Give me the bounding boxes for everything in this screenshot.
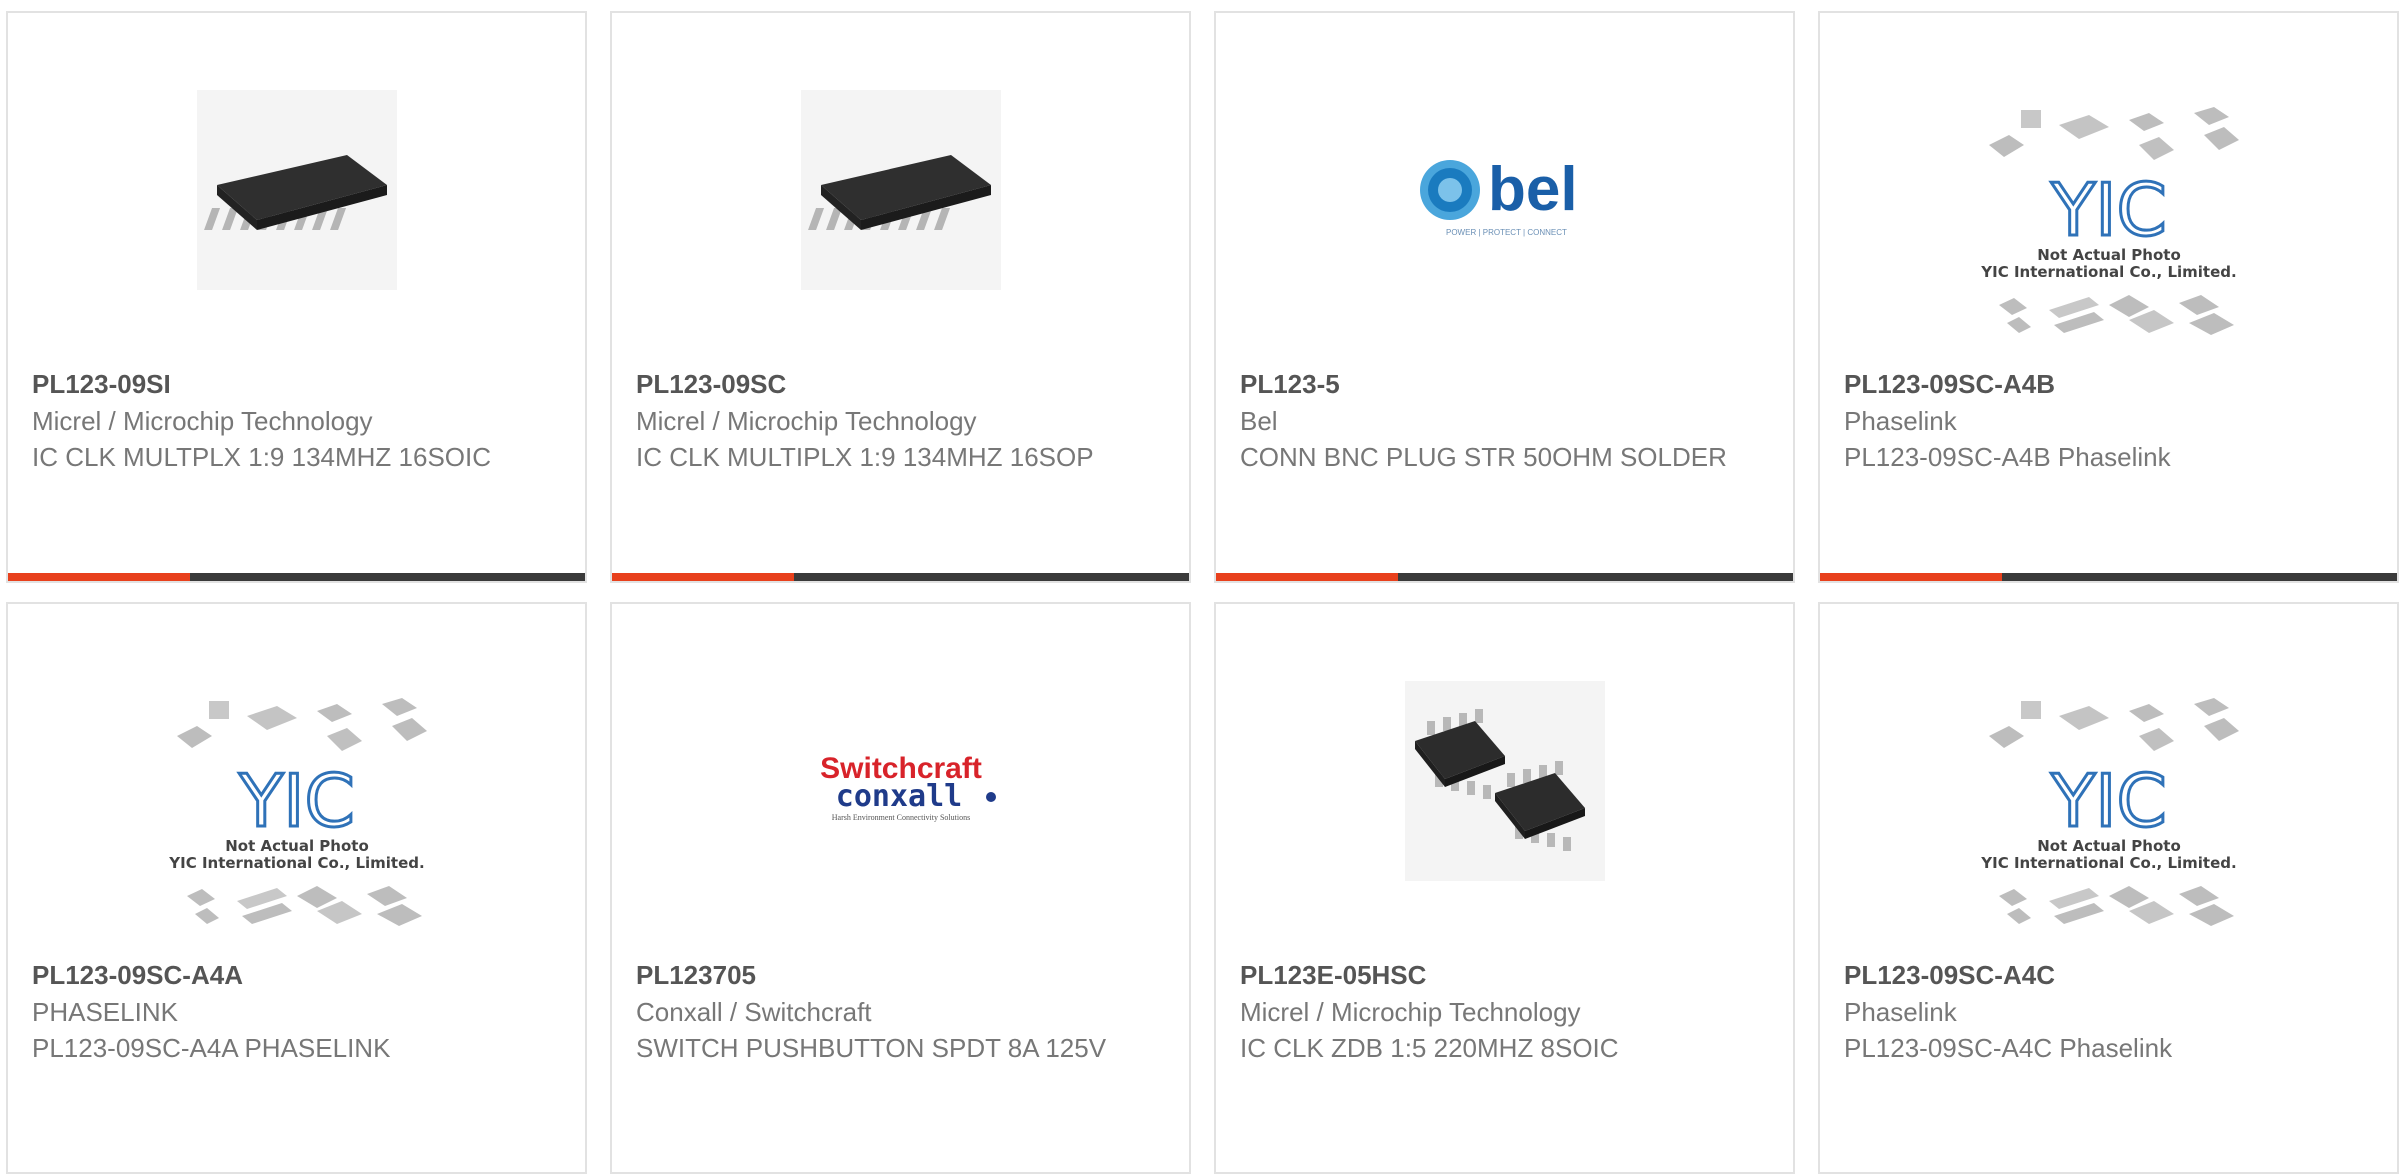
yic-mark: YIC xyxy=(2050,168,2167,252)
card-accent-bar xyxy=(1216,573,1398,581)
part-number[interactable]: PL123-5 xyxy=(1240,367,1769,401)
yic-not-actual-photo: YIC Not Actual Photo YIC International C… xyxy=(1979,696,2239,936)
bel-logo-tagline: POWER | PROTECT | CONNECT xyxy=(1446,228,1567,237)
bel-logo: bel POWER | PROTECT | CONNECT xyxy=(1400,85,1610,295)
yic-line2: YIC International Co., Limited. xyxy=(168,854,424,872)
description: CONN BNC PLUG STR 50OHM SOLDER xyxy=(1240,442,1727,472)
product-card[interactable]: PL123-09SI Micrel / Microchip Technology… xyxy=(6,11,587,583)
part-number[interactable]: PL123-09SC-A4B xyxy=(1844,367,2373,401)
description: PL123-09SC-A4C Phaselink xyxy=(1844,1033,2173,1063)
bel-logo-word: bel xyxy=(1488,155,1578,224)
card-bottom-bar xyxy=(1820,573,2397,581)
soic-16-chip-icon xyxy=(796,85,1006,295)
card-bottom-bar xyxy=(612,573,1189,581)
yic-not-actual-photo: YIC Not Actual Photo YIC International C… xyxy=(1979,105,2239,345)
part-number[interactable]: PL123-09SC-A4C xyxy=(1844,958,2373,992)
manufacturer: Bel xyxy=(1240,406,1278,436)
manufacturer: Phaselink xyxy=(1844,406,1957,436)
switchcraft-tagline: Harsh Environment Connectivity Solutions xyxy=(831,813,969,822)
description: PL123-09SC-A4B Phaselink xyxy=(1844,442,2171,472)
description: IC CLK MULTPLX 1:9 134MHZ 16SOIC xyxy=(32,442,492,472)
conxall-word: conxall xyxy=(835,779,961,814)
part-number[interactable]: PL123-09SC xyxy=(636,367,1165,401)
card-bottom-bar xyxy=(1216,573,1793,581)
switchcraft-conxall-logo: Switchcraft conxall Harsh Environment Co… xyxy=(791,676,1011,886)
manufacturer: Conxall / Switchcraft xyxy=(636,997,872,1027)
yic-mark: YIC xyxy=(2050,759,2167,843)
manufacturer: Micrel / Microchip Technology xyxy=(32,406,373,436)
yic-line2: YIC International Co., Limited. xyxy=(1980,263,2236,281)
soic-16-chip-icon xyxy=(192,85,402,295)
description: PL123-09SC-A4A PHASELINK xyxy=(32,1033,391,1063)
description: IC CLK MULTIPLX 1:9 134MHZ 16SOP xyxy=(636,442,1094,472)
description: IC CLK ZDB 1:5 220MHZ 8SOIC xyxy=(1240,1033,1619,1063)
product-card[interactable]: YIC Not Actual Photo YIC International C… xyxy=(1818,11,2399,583)
product-card[interactable]: PL123-09SC Micrel / Microchip Technology… xyxy=(610,11,1191,583)
description: SWITCH PUSHBUTTON SPDT 8A 125V xyxy=(636,1033,1107,1063)
yic-line2: YIC International Co., Limited. xyxy=(1980,854,2236,872)
card-accent-bar xyxy=(8,573,190,581)
yic-mark: YIC xyxy=(238,759,355,843)
part-number[interactable]: PL123E-05HSC xyxy=(1240,958,1769,992)
product-card[interactable]: Switchcraft conxall Harsh Environment Co… xyxy=(610,602,1191,1174)
manufacturer: Micrel / Microchip Technology xyxy=(1240,997,1581,1027)
card-bottom-bar xyxy=(8,573,585,581)
product-card[interactable]: YIC Not Actual Photo YIC International C… xyxy=(1818,602,2399,1174)
part-number[interactable]: PL123705 xyxy=(636,958,1165,992)
product-card[interactable]: PL123E-05HSC Micrel / Microchip Technolo… xyxy=(1214,602,1795,1174)
manufacturer: Phaselink xyxy=(1844,997,1957,1027)
yic-not-actual-photo: YIC Not Actual Photo YIC International C… xyxy=(167,696,427,936)
part-number[interactable]: PL123-09SI xyxy=(32,367,561,401)
yic-line1: Not Actual Photo xyxy=(225,837,369,855)
soic-8-chips-icon xyxy=(1400,676,1610,886)
part-number[interactable]: PL123-09SC-A4A xyxy=(32,958,561,992)
yic-line1: Not Actual Photo xyxy=(2037,837,2181,855)
card-accent-bar xyxy=(1820,573,2002,581)
card-accent-bar xyxy=(612,573,794,581)
product-card[interactable]: YIC Not Actual Photo YIC International C… xyxy=(6,602,587,1174)
product-card[interactable]: bel POWER | PROTECT | CONNECT PL123-5 Be… xyxy=(1214,11,1795,583)
manufacturer: Micrel / Microchip Technology xyxy=(636,406,977,436)
manufacturer: PHASELINK xyxy=(32,997,178,1027)
yic-line1: Not Actual Photo xyxy=(2037,246,2181,264)
